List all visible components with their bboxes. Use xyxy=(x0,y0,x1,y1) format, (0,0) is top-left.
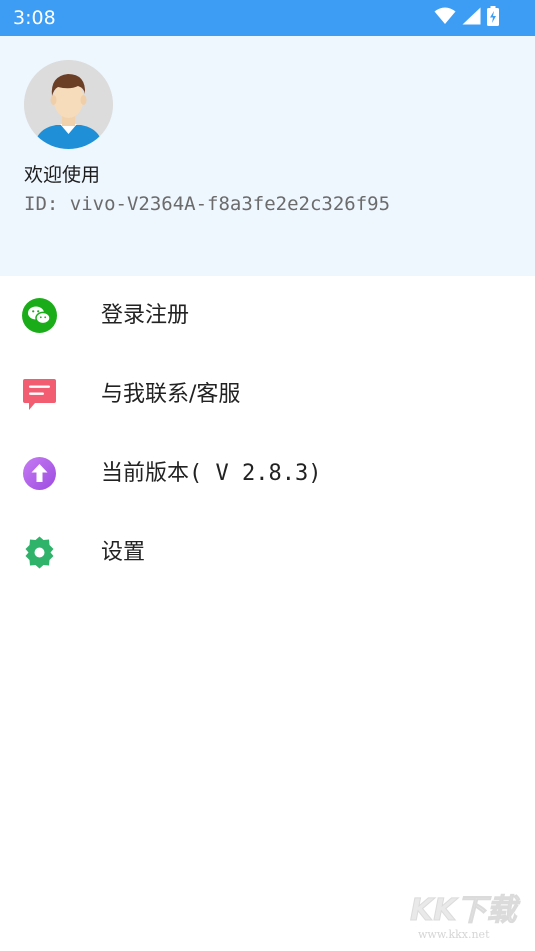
menu-item-label: 当前版本( V 2.8.3) xyxy=(101,461,322,486)
cellular-signal-icon xyxy=(462,7,481,29)
status-bar: 3:08 xyxy=(0,0,535,36)
gear-icon xyxy=(22,535,57,570)
default-man-avatar-icon xyxy=(24,60,113,149)
menu-item-label: 与我联系/客服 xyxy=(101,382,241,407)
menu-item-settings[interactable]: 设置 xyxy=(0,513,535,592)
status-time: 3:08 xyxy=(13,7,56,29)
message-icon xyxy=(22,377,57,412)
upgrade-arrow-icon xyxy=(22,456,57,491)
menu-item-label: 设置 xyxy=(101,540,146,565)
menu-item-login-register[interactable]: 登录注册 xyxy=(0,276,535,355)
status-icons xyxy=(434,6,499,30)
user-id: ID: vivo-V2364A-f8a3fe2e2c326f95 xyxy=(24,193,391,215)
welcome-text: 欢迎使用 xyxy=(24,164,101,186)
wechat-icon xyxy=(22,298,57,333)
menu-list: 登录注册 与我联系/客服 当前版本(V 2.8.3) 设置 xyxy=(0,276,535,592)
menu-item-label: 登录注册 xyxy=(101,303,190,328)
profile-header: 欢迎使用 ID: vivo-V2364A-f8a3fe2e2c326f95 xyxy=(0,36,535,276)
wifi-icon xyxy=(434,7,456,29)
menu-item-contact-support[interactable]: 与我联系/客服 xyxy=(0,355,535,434)
watermark-url: www.kkx.net xyxy=(418,928,490,941)
battery-charging-icon xyxy=(487,6,499,30)
menu-item-current-version[interactable]: 当前版本( V 2.8.3) xyxy=(0,434,535,513)
watermark: KK下载 www.kkx.net xyxy=(410,893,517,945)
watermark-logo: KK下载 xyxy=(410,893,517,928)
avatar[interactable] xyxy=(24,60,113,149)
